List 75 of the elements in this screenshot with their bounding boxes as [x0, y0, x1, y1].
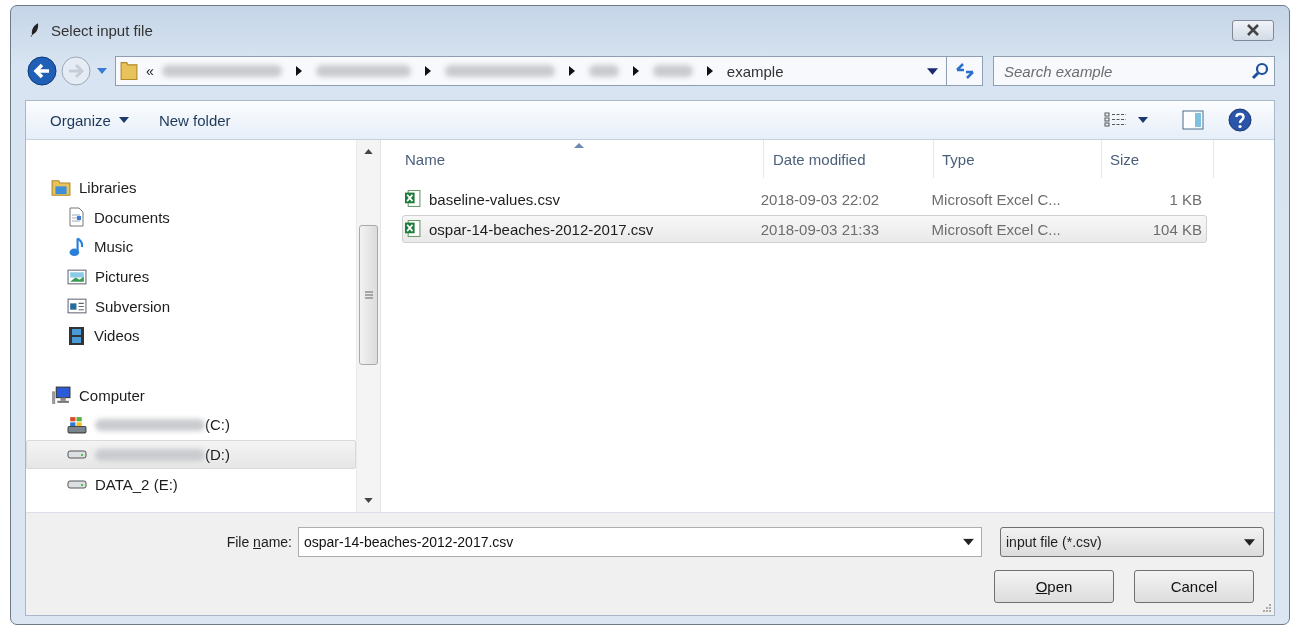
file-name-field[interactable]: ospar-14-beaches-2012-2017.csv	[298, 527, 982, 557]
breadcrumb-arrow-icon[interactable]	[632, 66, 639, 76]
close-button[interactable]	[1232, 19, 1274, 41]
scroll-up-icon[interactable]	[364, 149, 373, 154]
drive-icon	[67, 479, 87, 489]
navigation-item[interactable]: Videos	[26, 320, 356, 351]
refresh-button[interactable]	[947, 56, 983, 86]
sort-ascending-icon	[574, 143, 584, 148]
breadcrumb-arrow-icon[interactable]	[568, 66, 575, 76]
close-icon	[1246, 24, 1260, 36]
navigation-item[interactable]: Music	[26, 232, 356, 262]
breadcrumb-arrow-icon[interactable]	[706, 66, 713, 76]
folder-icon	[120, 61, 138, 81]
caret-icon	[118, 117, 129, 123]
caret-icon[interactable]	[1138, 117, 1148, 123]
system-drive-icon	[67, 415, 87, 434]
column-header[interactable]: Date modified	[764, 140, 934, 178]
overflow-chevron[interactable]: «	[146, 63, 154, 79]
open-button[interactable]: Open	[994, 570, 1114, 603]
navigation-item[interactable]: Subversion	[26, 291, 356, 321]
help-icon[interactable]	[1228, 108, 1252, 132]
file-row[interactable]: ospar-14-beaches-2012-2017.csv 2018-09-03 21:33 Microsoft Excel C... 104 KB	[402, 215, 1207, 243]
column-header[interactable]: Size	[1102, 140, 1214, 178]
music-note-icon	[69, 237, 84, 257]
feather-icon	[29, 21, 41, 39]
dropdown-caret-icon	[1244, 538, 1255, 546]
grip-icon	[364, 291, 373, 299]
column-header[interactable]: Type	[934, 140, 1102, 178]
scrollbar[interactable]	[356, 140, 380, 512]
window-title: Select input file	[51, 21, 153, 39]
back-button[interactable]	[25, 54, 59, 88]
file-type: Microsoft Excel C...	[930, 220, 1062, 238]
navigation-item[interactable]: (C:)	[26, 410, 356, 440]
date-modified: 2018-09-03 22:02	[759, 190, 881, 208]
computer-icon	[51, 386, 71, 405]
navigation-item[interactable]: DATA_2 (E:)	[26, 469, 356, 499]
organize-menu[interactable]: Organize	[40, 107, 139, 133]
file-type-dropdown[interactable]: input file (*.csv)	[1000, 527, 1264, 557]
dropdown-caret-icon[interactable]	[927, 67, 938, 75]
drive-icon	[67, 450, 87, 460]
date-modified: 2018-09-03 21:33	[759, 220, 881, 238]
navigation-item[interactable]: Computer	[26, 380, 356, 411]
film-strip-icon	[69, 325, 84, 346]
new-folder-button[interactable]: New folder	[148, 107, 241, 133]
navigation-item[interactable]: Libraries	[26, 173, 356, 203]
breadcrumb-item[interactable]: example	[726, 62, 784, 80]
spreadsheet-file-icon	[405, 190, 421, 208]
breadcrumb-arrow-icon[interactable]	[295, 66, 302, 76]
navigation-item[interactable]: Documents	[26, 202, 356, 233]
window-icon	[67, 297, 87, 316]
search-field[interactable]: Search example	[993, 56, 1275, 86]
navigation-item[interactable]: (D:)	[26, 439, 356, 470]
file-size: 104 KB	[1151, 220, 1203, 238]
file-type-value: input file (*.csv)	[1006, 534, 1102, 550]
file-size: 1 KB	[1168, 190, 1203, 208]
document-icon	[69, 207, 84, 228]
scrollbar-thumb[interactable]	[359, 225, 378, 365]
search-icon[interactable]	[1251, 61, 1269, 81]
navigation-item[interactable]: Pictures	[26, 261, 356, 292]
scroll-down-icon[interactable]	[364, 498, 373, 503]
spreadsheet-file-icon	[405, 220, 421, 238]
landscape-picture-icon	[67, 267, 87, 286]
file-name-label: File name:	[225, 534, 292, 550]
address-bar[interactable]: « example	[115, 56, 947, 86]
file-name: ospar-14-beaches-2012-2017.csv	[429, 220, 654, 238]
file-name: baseline-values.csv	[429, 190, 560, 208]
file-type: Microsoft Excel C...	[930, 190, 1062, 208]
column-header[interactable]: Name	[402, 140, 764, 178]
breadcrumb-arrow-icon[interactable]	[424, 66, 431, 76]
dropdown-caret-icon[interactable]	[963, 538, 974, 546]
resize-grip-icon[interactable]	[1261, 602, 1271, 612]
cancel-button[interactable]: Cancel	[1134, 570, 1254, 603]
file-row[interactable]: baseline-values.csv 2018-09-03 22:02 Microsoft Excel C... 1 KB	[402, 185, 1207, 213]
folder-icon	[51, 178, 71, 197]
refresh-arrows-icon	[954, 62, 975, 80]
